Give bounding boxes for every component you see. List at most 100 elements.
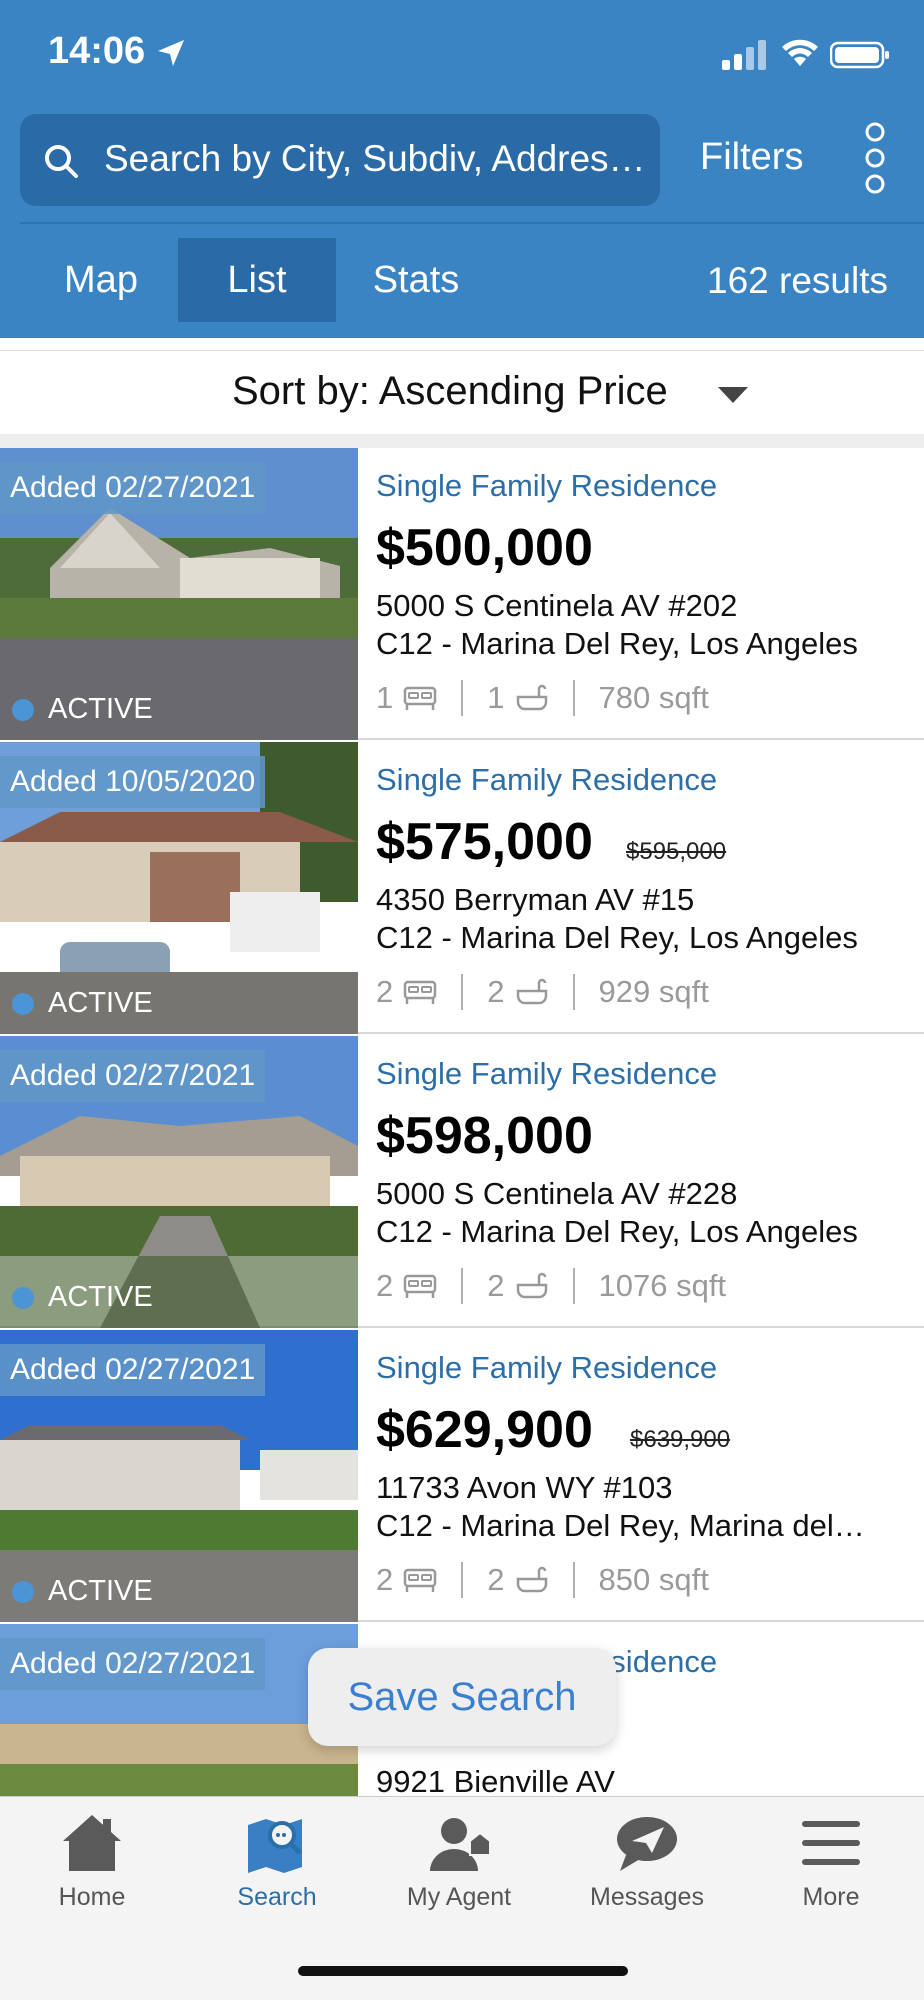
address-line2: C12 - Marina Del Rey, Los Angeles [376, 920, 858, 955]
property-type: Single Family Residence [376, 762, 718, 797]
listing-specs: 1 1 780 sqft [376, 676, 709, 720]
listing-card[interactable]: Added 02/27/2021 ACTIVE Single Family Re… [0, 448, 924, 740]
original-price: $639,900 [630, 1426, 731, 1453]
nav-label: Search [237, 1883, 317, 1911]
listing-info: Single Family Residence $598,000 5000 S … [376, 1036, 916, 1328]
address-line2: C12 - Marina Del Rey, Los Angeles [376, 626, 858, 661]
results-count: 162 results [707, 260, 888, 301]
header-divider [20, 222, 924, 224]
status-badge: ACTIVE [12, 693, 153, 726]
address-line2: C12 - Marina Del Rey, Los Angeles [376, 1214, 858, 1249]
home-icon [63, 1815, 121, 1871]
price: $629,900 [376, 1401, 593, 1459]
listing-card[interactable]: Added 02/27/2021 ACTIVE Single Family Re… [0, 1330, 924, 1622]
filters-button[interactable]: Filters [700, 136, 803, 179]
bed-icon [404, 686, 437, 710]
listing-photo[interactable]: Added 02/27/2021 ACTIVE [0, 448, 358, 740]
listing-specs: 2 2 850 sqft [376, 1558, 709, 1602]
beds-count: 2 [376, 1562, 394, 1597]
status-dot [12, 1286, 34, 1309]
baths-count: 1 [487, 680, 505, 715]
nav-label: My Agent [406, 1883, 512, 1911]
baths-count: 2 [487, 974, 505, 1009]
search-input[interactable]: Search by City, Subdiv, Addres… [20, 114, 660, 206]
chevron-down-icon [718, 387, 748, 403]
spec-divider [461, 680, 464, 716]
status-badge: ACTIVE [12, 1281, 153, 1314]
sqft: 850 sqft [598, 1562, 709, 1597]
status-time: 14:06 [48, 30, 146, 72]
baths-count: 2 [487, 1562, 505, 1597]
status-dot [12, 698, 34, 721]
spec-divider [572, 1562, 575, 1598]
bathtub-icon [516, 1272, 547, 1299]
location-arrow-icon [158, 40, 184, 66]
nav-my-agent[interactable]: My Agent [384, 1811, 534, 1931]
status-dot [12, 1580, 34, 1603]
beds-count: 1 [376, 680, 394, 715]
listing-photo[interactable]: Added 10/05/2020 ACTIVE [0, 742, 358, 1034]
bed-icon [404, 1274, 437, 1298]
section-gap [0, 434, 924, 448]
spec-divider [461, 974, 464, 1010]
status-text: ACTIVE [48, 1575, 153, 1607]
price: $575,000 [376, 813, 593, 871]
search-icon [45, 145, 78, 178]
battery-icon [830, 41, 889, 69]
save-search-button[interactable]: Save Search [308, 1648, 616, 1746]
added-date-badge: Added 02/27/2021 [0, 1344, 266, 1396]
wifi-icon [782, 39, 818, 66]
spec-divider [572, 680, 575, 716]
home-indicator [298, 1966, 628, 1976]
added-date-badge: Added 02/27/2021 [0, 1638, 266, 1690]
listing-info: Single Family Residence $629,900 $639,90… [376, 1330, 916, 1622]
address-line1: 5000 S Centinela AV #228 [376, 1176, 738, 1211]
nav-messages[interactable]: Messages [572, 1811, 722, 1931]
bathtub-icon [516, 684, 547, 711]
bed-icon [404, 1568, 437, 1592]
baths-count: 2 [487, 1268, 505, 1303]
status-dot [12, 992, 34, 1015]
beds-count: 2 [376, 974, 394, 1009]
original-price: $595,000 [626, 838, 727, 865]
added-date-badge: Added 02/27/2021 [0, 462, 266, 514]
nav-home[interactable]: Home [17, 1811, 167, 1931]
listing-card[interactable]: Added 10/05/2020 ACTIVE Single Family Re… [0, 742, 924, 1034]
status-text: ACTIVE [48, 987, 153, 1019]
listing-specs: 2 2 1076 sqft [376, 1264, 726, 1308]
status-badge: ACTIVE [12, 1575, 153, 1608]
cellular-signal-icon [722, 40, 766, 70]
listing-info: Single Family Residence $575,000 $595,00… [376, 742, 916, 1034]
nav-search[interactable]: Search [202, 1811, 352, 1931]
sort-label: Sort by: Ascending Price [232, 369, 668, 413]
messages-icon [617, 1817, 677, 1871]
beds-count: 2 [376, 1268, 394, 1303]
listing-card[interactable]: Added 02/27/2021 ACTIVE Single Family Re… [0, 1036, 924, 1328]
listing-photo[interactable]: Added 02/27/2021 ACTIVE [0, 1036, 358, 1328]
menu-icon [802, 1821, 860, 1865]
tab-list[interactable]: List [178, 238, 336, 322]
spec-divider [461, 1268, 464, 1304]
status-bar: 14:06 [0, 0, 924, 100]
search-map-icon [248, 1819, 302, 1873]
property-type: Single Family Residence [376, 1350, 718, 1385]
property-type: Single Family Residence [376, 1056, 718, 1091]
nav-label: Messages [590, 1883, 704, 1911]
nav-more[interactable]: More [756, 1811, 906, 1931]
address-line1: 9921 Bienville AV [376, 1764, 615, 1799]
tab-map[interactable]: Map [46, 238, 156, 322]
bed-icon [404, 980, 437, 1004]
listing-photo[interactable]: Added 02/27/2021 ACTIVE [0, 1330, 358, 1622]
address-line2: C12 - Marina Del Rey, Marina del… [376, 1508, 865, 1543]
sqft: 1076 sqft [598, 1268, 727, 1303]
nav-label: Home [58, 1883, 126, 1911]
spec-divider [572, 974, 575, 1010]
sort-dropdown[interactable]: Sort by: Ascending Price [0, 350, 924, 434]
added-date-badge: Added 10/05/2020 [0, 756, 266, 808]
price: $598,000 [376, 1107, 593, 1165]
agent-icon [430, 1818, 491, 1871]
tab-stats[interactable]: Stats [360, 238, 472, 322]
sqft: 780 sqft [598, 680, 709, 715]
more-options-icon[interactable] [860, 120, 890, 200]
bathtub-icon [516, 978, 547, 1005]
